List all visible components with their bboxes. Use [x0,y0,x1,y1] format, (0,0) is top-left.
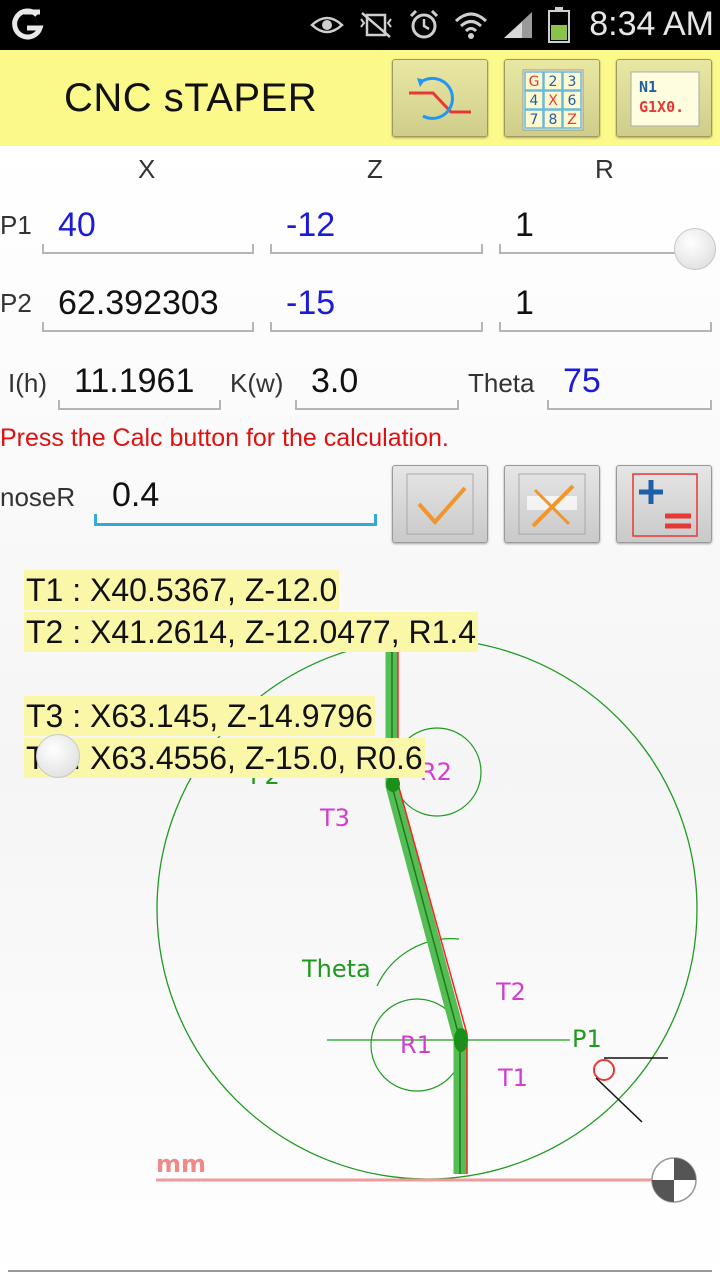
clock: 8:34 AM [589,5,714,43]
p1-z-value: -12 [286,206,336,244]
main-panel: X Z R P1 40 -12 1 P2 62.392303 -15 1 I(h… [0,146,720,1280]
status-message: Press the Calc button for the calculatio… [0,424,449,452]
nose-radius-input[interactable]: 0.4 [94,464,377,526]
p2-r-value: 1 [515,284,534,322]
i-label: I(h) [8,368,47,398]
r2-label: R2 [420,758,452,786]
floating-knob[interactable] [36,734,80,778]
t2-label: T2 [495,978,526,1006]
row-label-p1: P1 [0,210,32,240]
p1-x-value: 40 [58,206,96,244]
result-t2: T2 : X41.2614, Z-12.0477, R1.4 [24,612,479,652]
grid-cell: G [529,74,540,90]
nc-line-1: N1 [639,78,657,96]
p2-x-field[interactable]: 62.392303 [42,272,254,332]
p2-x-value: 62.392303 [58,284,219,322]
bottom-divider [8,1270,712,1272]
clear-icon [518,473,586,535]
tool-path-band [385,644,467,1174]
grid-cell: 3 [568,74,577,90]
p1-x-field[interactable]: 40 [42,194,254,254]
grid-cell: X [548,93,558,109]
r1-label: R1 [400,1031,432,1059]
t3-label: T3 [319,804,350,832]
result-t4: T4 : X63.4556, Z-15.0, R0.6 [24,738,425,778]
calculator-button[interactable] [616,465,712,543]
checkmark-icon [406,473,474,535]
alarm-icon [409,9,439,39]
plus-equals-icon [632,473,698,537]
theta-label-drawing: Theta [301,955,371,983]
column-header-r: R [595,154,614,184]
side-scroll-knob[interactable] [674,228,716,270]
nose-radius-value: 0.4 [112,476,160,514]
p1-label: P1 [572,1025,602,1053]
column-header-z: Z [367,154,383,184]
unit-label: mm [156,1150,206,1178]
theta-label: Theta [468,368,535,398]
battery-icon [548,7,570,43]
clear-button[interactable] [504,465,600,543]
nc-program-button[interactable]: N1 G1X0. [616,59,712,137]
nc-line-2: G1X0. [639,98,684,116]
k-value: 3.0 [311,362,359,400]
app-bar: CNC sTAPER G 2 3 4 X 6 7 8 Z N1 G1X0. [0,50,720,146]
wifi-icon [454,12,488,39]
eye-icon [310,16,344,34]
theta-value: 75 [563,362,601,400]
grid-cell: 4 [530,93,539,109]
i-field[interactable]: 11.1961 [58,350,221,410]
calc-button[interactable] [392,465,488,543]
nose-radius-label: noseR [0,482,76,512]
p1-z-field[interactable]: -12 [270,194,483,254]
grid-cell: 8 [549,112,558,128]
i-value: 11.1961 [74,362,195,400]
column-header-x: X [138,154,156,184]
gcode-grid-button[interactable]: G 2 3 4 X 6 7 8 Z [504,59,600,137]
k-field[interactable]: 3.0 [295,350,459,410]
taper-profile-icon [409,76,471,120]
theta-field[interactable]: 75 [547,350,712,410]
k-label: K(w) [230,368,284,398]
grid-cell: Z [567,112,577,128]
nc-code-icon: N1 G1X0. [630,71,700,127]
p2-z-field[interactable]: -15 [270,272,483,332]
app-logo-icon [12,8,44,40]
t1-label: T1 [497,1064,528,1092]
vibrate-icon [360,12,392,38]
signal-icon [504,12,532,38]
p2-z-value: -15 [286,284,336,322]
grid-cell: 7 [530,112,539,128]
taper-mode-button[interactable] [392,59,488,137]
origin-icon[interactable] [651,1157,697,1203]
p2-point [386,776,400,792]
result-t1: T1 : X40.5367, Z-12.0 [24,570,340,610]
row-label-p2: P2 [0,288,32,318]
p1-point [454,1028,468,1052]
gcode-grid-icon: G 2 3 4 X 6 7 8 Z [522,69,584,131]
grid-cell: 2 [549,74,558,90]
result-t3: T3 : X63.145, Z-14.9796 [24,696,375,736]
status-bar: 8:34 AM [0,0,720,50]
grid-cell: 6 [568,93,577,109]
p2-r-field[interactable]: 1 [499,272,712,332]
app-title: CNC sTAPER [64,76,318,120]
